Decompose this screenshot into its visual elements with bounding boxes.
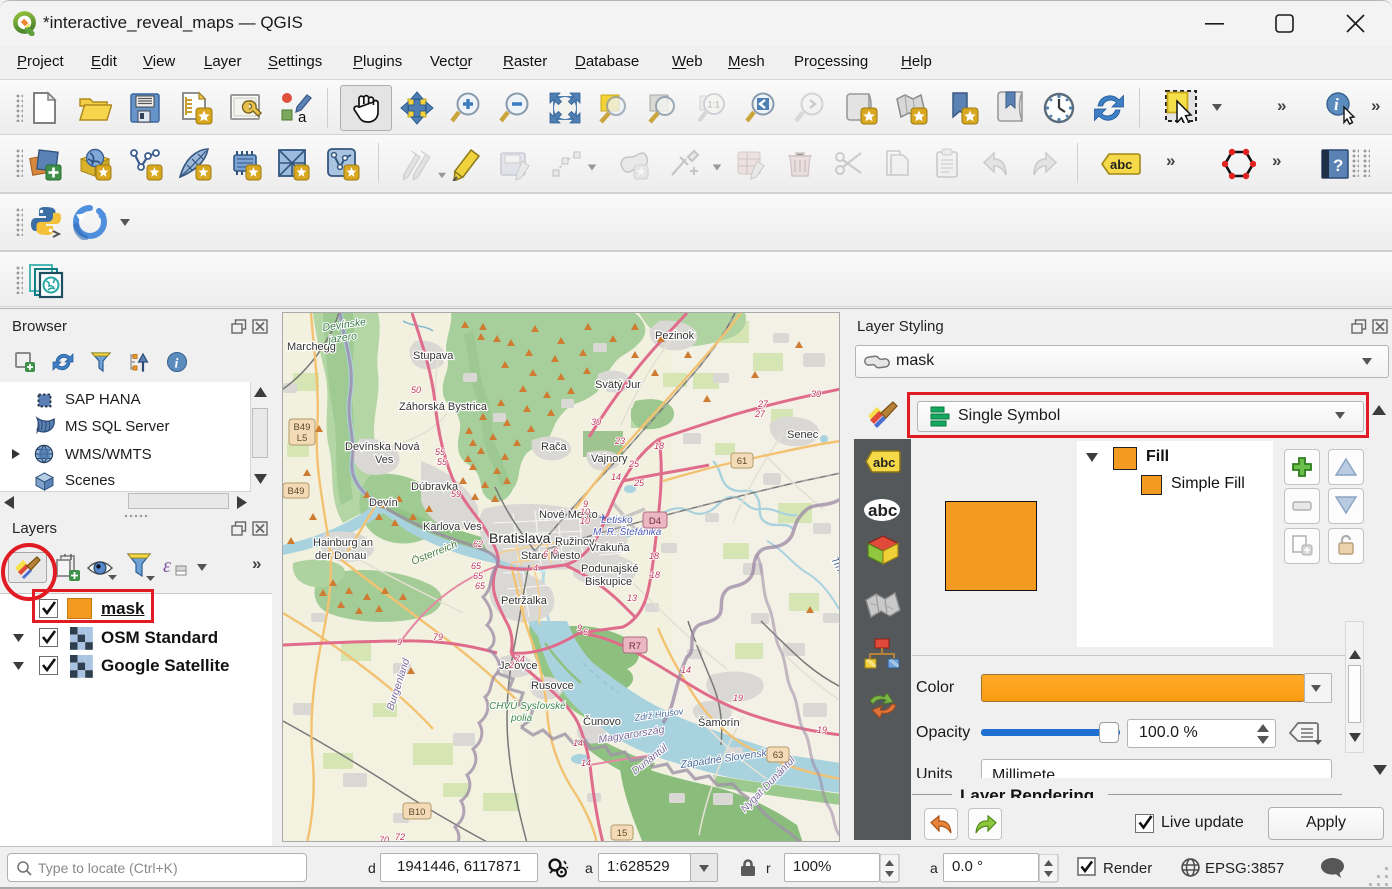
svg-text:13: 13 xyxy=(627,593,637,603)
svg-text:Čunovo: Čunovo xyxy=(583,715,621,728)
svg-text:Biskupice: Biskupice xyxy=(585,576,632,588)
svg-text:Podunajské: Podunajské xyxy=(581,563,639,575)
svg-text:30: 30 xyxy=(811,389,821,399)
svg-text:14: 14 xyxy=(573,738,583,748)
svg-text:18: 18 xyxy=(650,570,660,580)
svg-text:Ves: Ves xyxy=(375,454,394,466)
svg-text:19: 19 xyxy=(817,725,827,735)
svg-text:61: 61 xyxy=(737,456,748,467)
svg-text:65: 65 xyxy=(473,571,484,581)
svg-text:9: 9 xyxy=(577,623,582,633)
svg-text:i: i xyxy=(1334,95,1339,114)
svg-text:55: 55 xyxy=(437,457,448,467)
svg-text:25: 25 xyxy=(633,478,645,488)
svg-text:1:1: 1:1 xyxy=(708,100,721,110)
svg-text:Rusovce: Rusovce xyxy=(531,680,574,692)
svg-text:polia: polia xyxy=(510,713,533,724)
svg-text:27: 27 xyxy=(754,409,766,419)
svg-text:Hainburg an: Hainburg an xyxy=(313,537,373,549)
svg-text:?: ? xyxy=(1333,156,1343,175)
svg-text:14: 14 xyxy=(611,472,621,482)
svg-text:30: 30 xyxy=(591,417,601,427)
svg-text:Vajnory: Vajnory xyxy=(591,453,628,465)
svg-text:18: 18 xyxy=(654,441,664,451)
svg-text:15: 15 xyxy=(617,828,628,839)
svg-text:65: 65 xyxy=(471,561,482,571)
svg-text:ε: ε xyxy=(163,555,171,577)
svg-text:Karlova Ves: Karlova Ves xyxy=(423,521,482,533)
svg-text:Senec: Senec xyxy=(787,429,819,441)
svg-text:79: 79 xyxy=(433,632,443,642)
svg-text:Petržalka: Petržalka xyxy=(501,595,548,607)
svg-text:Záhorská Bystrica: Záhorská Bystrica xyxy=(399,401,488,413)
svg-text:a: a xyxy=(298,109,307,125)
svg-text:D4: D4 xyxy=(649,516,661,527)
svg-text:19: 19 xyxy=(733,693,743,703)
svg-text:Vrakuňa: Vrakuňa xyxy=(589,542,630,554)
svg-text:abc: abc xyxy=(873,455,895,470)
svg-text:Bratislava: Bratislava xyxy=(489,530,551,546)
svg-text:L5: L5 xyxy=(297,433,308,444)
svg-text:abc: abc xyxy=(868,501,897,520)
svg-text:6: 6 xyxy=(583,627,588,637)
svg-text:abc: abc xyxy=(1110,157,1132,172)
svg-text:18: 18 xyxy=(649,551,659,561)
svg-text:R7: R7 xyxy=(629,641,641,652)
svg-text:63: 63 xyxy=(773,750,784,761)
svg-text:B49: B49 xyxy=(294,422,311,433)
svg-text:i: i xyxy=(175,357,179,372)
svg-text:B49: B49 xyxy=(288,486,305,497)
svg-text:Rača: Rača xyxy=(541,441,568,453)
svg-text:14: 14 xyxy=(681,665,691,675)
svg-text:6: 6 xyxy=(553,546,558,556)
svg-text:65: 65 xyxy=(475,581,486,591)
svg-text:72: 72 xyxy=(395,832,405,842)
svg-text:Stupava: Stupava xyxy=(413,350,454,362)
svg-text:Pezinok: Pezinok xyxy=(655,330,695,342)
svg-text:6: 6 xyxy=(543,549,548,559)
svg-text:CHVÚ Sysľovské: CHVÚ Sysľovské xyxy=(489,699,566,712)
svg-text:✈: ✈ xyxy=(599,513,607,524)
svg-text:Devín: Devín xyxy=(369,497,398,509)
svg-text:Svätý Jur: Svätý Jur xyxy=(595,379,641,391)
svg-text:55: 55 xyxy=(435,447,446,457)
svg-text:Devínska Nová: Devínska Nová xyxy=(345,441,420,453)
svg-text:B10: B10 xyxy=(409,807,426,818)
svg-text:59: 59 xyxy=(451,489,461,499)
svg-text:4: 4 xyxy=(533,563,538,573)
svg-text:2: 2 xyxy=(508,660,514,670)
svg-text:10: 10 xyxy=(580,516,590,526)
svg-text:23: 23 xyxy=(614,436,625,446)
svg-text:der Donau: der Donau xyxy=(315,550,366,562)
svg-text:Staré Mesto: Staré Mesto xyxy=(521,550,580,562)
svg-text:50: 50 xyxy=(411,385,421,395)
svg-text:9: 9 xyxy=(397,637,402,647)
svg-text:Šamorín: Šamorín xyxy=(698,716,740,729)
svg-text:74: 74 xyxy=(515,654,525,664)
svg-text:27: 27 xyxy=(757,399,769,409)
svg-text:62: 62 xyxy=(473,539,483,549)
svg-text:14: 14 xyxy=(581,758,591,768)
svg-text:70: 70 xyxy=(379,835,389,842)
svg-text:25: 25 xyxy=(628,459,640,469)
